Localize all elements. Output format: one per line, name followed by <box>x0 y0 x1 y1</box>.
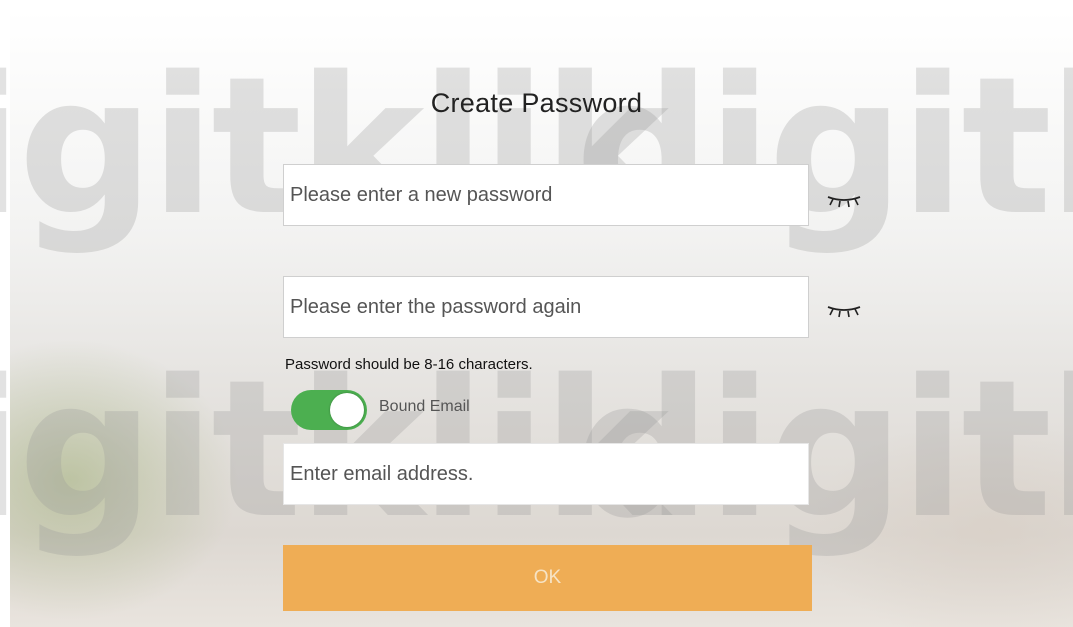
eye-closed-icon[interactable] <box>826 190 862 210</box>
ok-button[interactable]: OK <box>283 545 812 611</box>
bound-email-label: Bound Email <box>379 398 470 415</box>
bound-email-toggle[interactable] <box>291 390 367 430</box>
confirm-password-input[interactable] <box>284 277 808 337</box>
password-hint: Password should be 8-16 characters. <box>285 356 533 373</box>
email-field[interactable] <box>283 443 809 505</box>
top-border <box>0 0 1073 10</box>
new-password-input[interactable] <box>284 165 808 225</box>
eye-closed-icon[interactable] <box>826 300 862 320</box>
toggle-knob <box>330 393 364 427</box>
new-password-field[interactable] <box>283 164 809 226</box>
page-title: Create Password <box>430 88 643 118</box>
email-input[interactable] <box>284 444 808 504</box>
confirm-password-field[interactable] <box>283 276 809 338</box>
